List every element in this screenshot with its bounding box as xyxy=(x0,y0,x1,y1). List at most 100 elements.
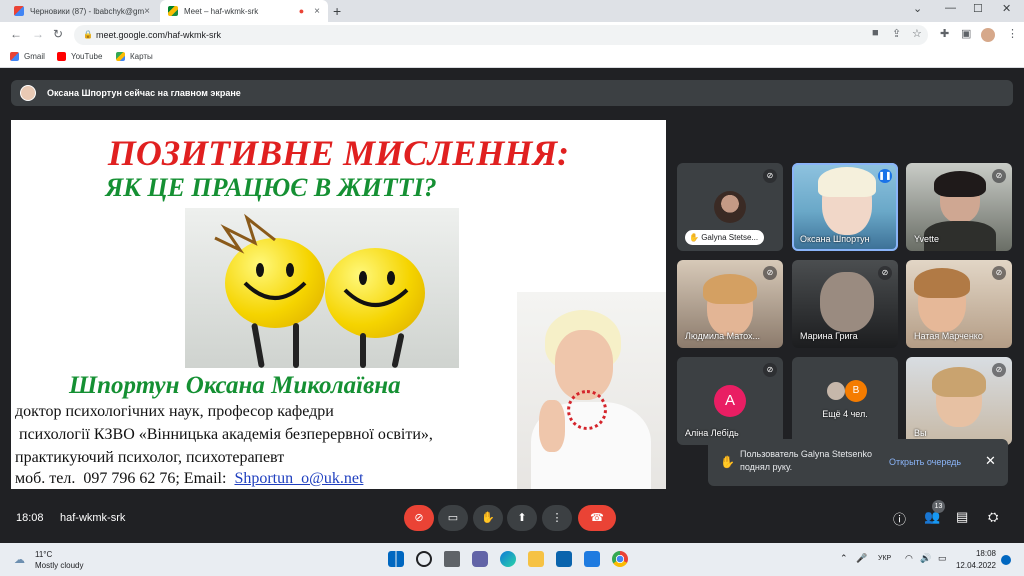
present-icon: ⬆ xyxy=(517,512,527,524)
raise-hand-button[interactable]: ✋ xyxy=(473,505,503,531)
more-options-button[interactable]: ⋮ xyxy=(542,505,572,531)
share-icon[interactable]: ⇪ xyxy=(892,27,901,40)
recording-icon: ● xyxy=(298,6,305,16)
chrome-icon[interactable] xyxy=(612,551,628,567)
start-icon[interactable] xyxy=(388,551,404,567)
meeting-code: haf-wkmk-srk xyxy=(60,512,126,524)
slide-email-link[interactable]: Shportun_o@uk.net xyxy=(234,470,363,487)
file-explorer-icon[interactable] xyxy=(528,551,544,567)
profile-avatar[interactable] xyxy=(981,28,995,42)
extensions-icon[interactable]: ✚ xyxy=(940,27,949,40)
bookmark-star-icon[interactable]: ☆ xyxy=(912,27,922,40)
close-icon[interactable]: × xyxy=(314,6,320,17)
participant-tile[interactable]: Людмила Матох... ⊘ xyxy=(677,260,783,348)
system-date[interactable]: 12.04.2022 xyxy=(955,561,996,570)
meeting-time: 18:08 xyxy=(16,512,44,524)
raised-hand-notification: ✋ Пользователь Galyna Stetsenko поднял р… xyxy=(708,439,1008,486)
weather-icon[interactable]: ☁ xyxy=(14,553,25,566)
camera-toggle-button[interactable]: ▭ xyxy=(438,505,468,531)
participant-name: Galyna Stetse... xyxy=(701,233,759,242)
participant-tile[interactable]: Оксана Шпортун ❚❚ xyxy=(792,163,898,251)
weather-description[interactable]: Mostly cloudy xyxy=(35,561,83,570)
participant-tile[interactable]: А Аліна Лебідь ⊘ xyxy=(677,357,783,445)
participant-tile[interactable]: Натая Марченко ⊘ xyxy=(906,260,1012,348)
participant-name: Вы xyxy=(914,428,927,438)
avatar: А xyxy=(714,385,746,417)
close-icon[interactable]: × xyxy=(144,6,150,17)
task-view-icon[interactable] xyxy=(444,551,460,567)
close-icon[interactable]: ✕ xyxy=(985,453,996,469)
tab-strip: Черновики (87) - lbabchyk@gm × Meet – ha… xyxy=(0,0,1024,22)
wifi-icon[interactable]: ◠ xyxy=(905,553,913,564)
new-tab-button[interactable]: + xyxy=(333,3,341,19)
participant-tile[interactable]: ✋ Galyna Stetse... ⊘ xyxy=(677,163,783,251)
avatar xyxy=(714,191,746,223)
teams-chat-icon[interactable] xyxy=(472,551,488,567)
window-close-button[interactable]: ✕ xyxy=(1002,2,1011,15)
more-participants-tile[interactable]: В Ещё 4 чел. xyxy=(792,357,898,445)
tab-title: Meet – haf-wkmk-srk xyxy=(184,6,259,16)
smileys-image xyxy=(185,208,459,368)
leave-call-button[interactable]: ☎ xyxy=(578,505,616,531)
microphone-icon[interactable]: 🎤 xyxy=(856,553,867,564)
battery-icon[interactable]: ▭ xyxy=(938,553,947,564)
avatar: В xyxy=(845,380,867,402)
participant-tile[interactable]: Вы ⊘ xyxy=(906,357,1012,445)
edge-icon[interactable] xyxy=(500,551,516,567)
youtube-icon xyxy=(57,52,66,61)
gmail-icon xyxy=(10,52,19,61)
reload-button[interactable]: ↻ xyxy=(53,27,63,41)
participant-name: Yvette xyxy=(914,234,940,244)
participant-name: Натая Марченко xyxy=(914,331,983,341)
tab-search-icon[interactable]: ⌄ xyxy=(913,2,922,15)
volume-icon[interactable]: 🔊 xyxy=(920,553,931,564)
menu-icon[interactable]: ⋮ xyxy=(1007,27,1018,40)
shared-screen: ПОЗИТИВНЕ МИСЛЕННЯ: ЯК ЦЕ ПРАЦЮЄ В ЖИТТІ… xyxy=(11,120,666,489)
chevron-up-icon[interactable]: ⌃ xyxy=(840,553,848,564)
notification-text: Пользователь Galyna Stetsenko поднял рук… xyxy=(740,449,872,472)
tab-gmail-drafts[interactable]: Черновики (87) - lbabchyk@gm × xyxy=(6,0,158,22)
chat-icon[interactable]: ▤ xyxy=(956,509,968,525)
camera-indicator-icon[interactable]: ■ xyxy=(872,27,879,39)
language-indicator[interactable]: УКР xyxy=(878,555,891,562)
tab-meet[interactable]: Meet – haf-wkmk-srk ● × xyxy=(160,0,328,22)
mic-off-icon: ⊘ xyxy=(992,363,1006,377)
participant-name: Оксана Шпортун xyxy=(800,234,870,244)
maximize-button[interactable]: ☐ xyxy=(973,2,983,15)
presenter-photo xyxy=(517,292,666,489)
activities-icon[interactable]: ⛭ xyxy=(988,509,998,525)
open-queue-button[interactable]: Открыть очередь xyxy=(889,457,961,467)
browser-toolbar: ← → ↻ 🔒 meet.google.com/haf-wkmk-srk ■ ⇪… xyxy=(0,22,1024,48)
address-bar[interactable]: 🔒 meet.google.com/haf-wkmk-srk xyxy=(74,25,928,45)
camera-icon: ▭ xyxy=(447,512,459,524)
participant-name: Марина Грига xyxy=(800,331,858,341)
search-icon[interactable] xyxy=(416,551,432,567)
participant-tile[interactable]: Yvette ⊘ xyxy=(906,163,1012,251)
lock-icon[interactable]: 🔒 xyxy=(83,25,93,45)
url-text: meet.google.com/haf-wkmk-srk xyxy=(96,30,222,40)
side-panel-icon[interactable]: ▣ xyxy=(961,27,971,40)
weather-temperature[interactable]: 11°C xyxy=(35,550,52,559)
notification-icon[interactable] xyxy=(1001,555,1011,565)
system-time[interactable]: 18:08 xyxy=(962,549,996,558)
back-button[interactable]: ← xyxy=(10,27,22,41)
hand-icon: ✋ xyxy=(481,512,495,524)
participants-count-badge: 13 xyxy=(932,500,945,513)
info-icon[interactable]: ⓘ xyxy=(893,509,906,528)
mic-off-icon: ⊘ xyxy=(763,169,777,183)
mic-off-icon: ⊘ xyxy=(763,266,777,280)
minimize-button[interactable]: — xyxy=(945,2,956,14)
mic-toggle-button[interactable]: ⊘ xyxy=(404,505,434,531)
meet-icon xyxy=(168,6,178,16)
dropbox-icon[interactable] xyxy=(584,551,600,567)
bookmark-gmail[interactable]: Gmail xyxy=(10,52,45,61)
participant-tile[interactable]: Марина Грига ⊘ xyxy=(792,260,898,348)
bookmark-maps[interactable]: Карты xyxy=(116,52,153,61)
mic-off-icon: ⊘ xyxy=(763,363,777,377)
bookmark-label: Карты xyxy=(130,52,153,61)
raised-hand-chip: ✋ Galyna Stetse... xyxy=(685,230,765,245)
present-button[interactable]: ⬆ xyxy=(507,505,537,531)
bookmark-youtube[interactable]: YouTube xyxy=(57,52,102,61)
mail-icon[interactable] xyxy=(556,551,572,567)
forward-button[interactable]: → xyxy=(32,27,44,41)
